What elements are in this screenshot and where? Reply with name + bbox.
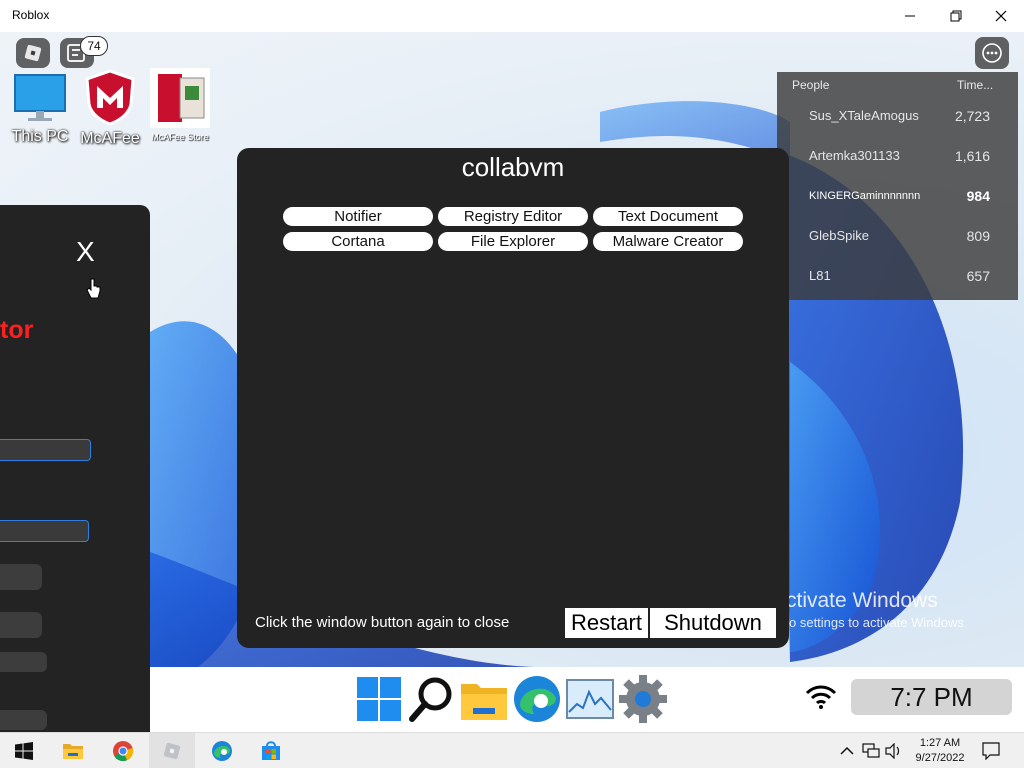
game-edge-button[interactable] bbox=[512, 674, 562, 724]
game-search-button[interactable] bbox=[406, 674, 456, 724]
host-clock[interactable]: 1:27 AM 9/27/2022 bbox=[912, 736, 968, 766]
dialog-title: collabvm bbox=[461, 152, 565, 182]
host-store-button[interactable] bbox=[258, 738, 284, 764]
roblox-icon bbox=[163, 742, 181, 760]
monitor-icon bbox=[14, 74, 66, 121]
app-button-notifier[interactable]: Notifier bbox=[283, 207, 433, 226]
player-name: KINGERGaminnnnnnn bbox=[809, 190, 921, 202]
notification-center-icon[interactable] bbox=[982, 742, 1000, 760]
more-options-button[interactable] bbox=[975, 37, 1009, 69]
host-start-button[interactable] bbox=[11, 738, 37, 764]
minimize-icon bbox=[905, 15, 915, 17]
file-explorer-icon bbox=[63, 744, 83, 759]
leaderboard-row[interactable]: L81 657 bbox=[777, 256, 1018, 296]
window-title: Roblox bbox=[12, 8, 50, 22]
desktop-icon-label: This PC bbox=[11, 128, 69, 145]
dialog-hint-text: Click the window button again to close bbox=[255, 614, 510, 631]
host-clock-date: 9/27/2022 bbox=[915, 752, 965, 764]
app-button-malware-creator[interactable]: Malware Creator bbox=[593, 232, 743, 251]
left-panel-button-2[interactable] bbox=[0, 612, 42, 638]
close-button[interactable] bbox=[978, 0, 1024, 32]
collabvm-dialog: collabvm Notifier Registry Editor Text D… bbox=[237, 148, 789, 648]
network-icon[interactable] bbox=[862, 743, 880, 759]
minimize-button[interactable] bbox=[887, 0, 933, 32]
player-name: GlebSpike bbox=[809, 228, 869, 243]
desktop-icon-label: McAFee Store bbox=[151, 132, 209, 142]
player-time: 2,723 bbox=[954, 108, 990, 124]
app-button-file-explorer[interactable]: File Explorer bbox=[438, 232, 588, 251]
player-time: 809 bbox=[966, 228, 990, 244]
player-time: 1,616 bbox=[954, 148, 990, 164]
game-task-manager-button[interactable] bbox=[565, 674, 615, 724]
player-leaderboard: People Time... Sus_XTaleAmogus 2,723 Art… bbox=[777, 72, 1018, 300]
player-name: Artemka301133 bbox=[809, 148, 900, 163]
app-button-text-document[interactable]: Text Document bbox=[593, 207, 743, 226]
player-time: 657 bbox=[966, 268, 990, 284]
host-roblox-button[interactable] bbox=[159, 738, 185, 764]
host-file-explorer-button[interactable] bbox=[60, 738, 86, 764]
volume-icon[interactable] bbox=[884, 743, 902, 759]
close-icon bbox=[995, 10, 1007, 22]
game-file-explorer-button[interactable] bbox=[459, 674, 509, 724]
host-edge-button[interactable] bbox=[209, 738, 235, 764]
leaderboard-row[interactable]: Artemka301133 1,616 bbox=[777, 136, 1018, 176]
wifi-icon[interactable] bbox=[805, 684, 837, 710]
shutdown-button[interactable]: Shutdown bbox=[650, 608, 776, 638]
activate-windows-subtitle: o settings to activate Windows bbox=[789, 615, 964, 630]
player-time: 984 bbox=[966, 188, 990, 204]
left-panel-button-3[interactable] bbox=[0, 652, 47, 672]
windows-start-icon bbox=[357, 677, 401, 721]
store-box-icon bbox=[150, 68, 210, 128]
task-manager-icon bbox=[566, 679, 614, 719]
game-settings-button[interactable] bbox=[618, 674, 668, 724]
chevron-up-icon[interactable] bbox=[840, 745, 854, 757]
restart-button[interactable]: Restart bbox=[565, 608, 648, 638]
windows-start-icon bbox=[15, 742, 33, 760]
desktop-icon-this-pc[interactable]: This PC bbox=[8, 72, 72, 146]
game-start-button[interactable] bbox=[354, 674, 404, 724]
roblox-menu-button[interactable] bbox=[16, 38, 50, 68]
mcafee-shield-icon bbox=[85, 69, 135, 126]
app-button-registry-editor[interactable]: Registry Editor bbox=[438, 207, 588, 226]
host-chrome-button[interactable] bbox=[110, 738, 136, 764]
left-panel-button-1[interactable] bbox=[0, 564, 42, 590]
maximize-button[interactable] bbox=[933, 0, 979, 32]
desktop-icon-label: McAFee bbox=[80, 130, 140, 147]
leaderboard-row[interactable]: Sus_XTaleAmogus 2,723 bbox=[777, 96, 1018, 136]
edge-icon bbox=[212, 741, 232, 761]
search-icon bbox=[409, 677, 452, 722]
more-icon bbox=[982, 43, 1002, 63]
chrome-icon bbox=[113, 741, 134, 762]
desktop-icon-mcafee-store[interactable]: McAFee Store bbox=[149, 68, 211, 142]
host-clock-time: 1:27 AM bbox=[919, 737, 961, 749]
left-panel-input-1[interactable] bbox=[0, 439, 91, 461]
window-titlebar: Roblox bbox=[0, 0, 1024, 32]
app-button-cortana[interactable]: Cortana bbox=[283, 232, 433, 251]
edge-icon bbox=[514, 676, 560, 722]
store-icon bbox=[262, 741, 280, 760]
leaderboard-header-time: Time... bbox=[957, 78, 994, 92]
restore-icon bbox=[950, 10, 962, 22]
activate-windows-title: ctivate Windows bbox=[786, 589, 938, 612]
desktop-icon-mcafee[interactable]: McAFee bbox=[78, 68, 142, 148]
game-clock[interactable]: 7:7 PM bbox=[851, 679, 1012, 715]
leaderboard-header-people: People bbox=[792, 78, 830, 92]
roblox-logo-icon bbox=[24, 44, 42, 62]
host-taskbar: 1:27 AM 9/27/2022 bbox=[0, 732, 1024, 768]
player-name: L81 bbox=[809, 268, 831, 283]
left-panel-close-button[interactable]: X bbox=[76, 236, 95, 268]
settings-gear-icon bbox=[619, 675, 667, 723]
mouse-cursor-icon bbox=[86, 278, 101, 299]
player-name: Sus_XTaleAmogus bbox=[809, 108, 919, 123]
leaderboard-row[interactable]: GlebSpike 809 bbox=[777, 216, 1018, 256]
file-explorer-icon bbox=[461, 684, 507, 720]
notification-badge: 74 bbox=[80, 36, 108, 56]
left-panel-button-4[interactable] bbox=[0, 710, 47, 730]
left-panel-heading: tor bbox=[0, 316, 34, 344]
left-panel-input-2[interactable] bbox=[0, 520, 89, 542]
leaderboard-row-local-player[interactable]: KINGERGaminnnnnnn 984 bbox=[777, 176, 1018, 216]
